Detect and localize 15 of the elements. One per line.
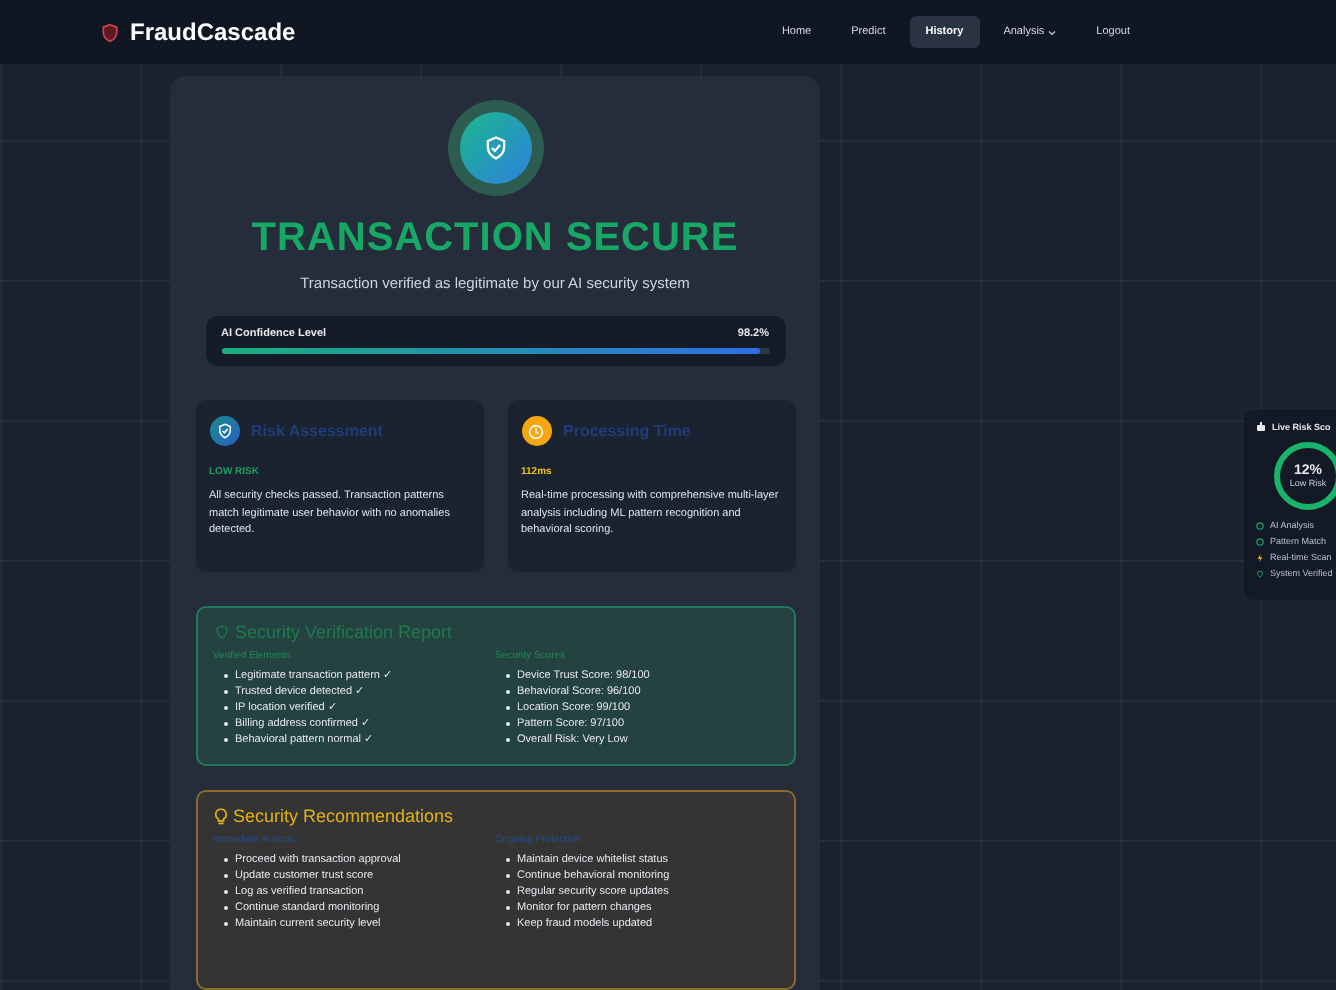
clock-icon [521, 416, 551, 446]
shield-badge [447, 100, 543, 196]
shield-icon [209, 416, 239, 446]
card-title: Risk Assessment [251, 422, 383, 440]
shield-icon [1256, 569, 1264, 577]
shield-icon [100, 21, 120, 43]
card-title: Processing Time [563, 422, 691, 440]
panel-title: Security Verification Report [235, 622, 453, 642]
panel-title: Security Recommendations [233, 806, 454, 826]
bolt-icon [1256, 553, 1264, 561]
result-title: TRANSACTION SECURE [251, 216, 739, 262]
brand-name: FraudCascade [130, 18, 296, 46]
caret-icon [1048, 29, 1057, 35]
lightbulb-icon [213, 807, 227, 825]
shield-icon [213, 624, 229, 640]
